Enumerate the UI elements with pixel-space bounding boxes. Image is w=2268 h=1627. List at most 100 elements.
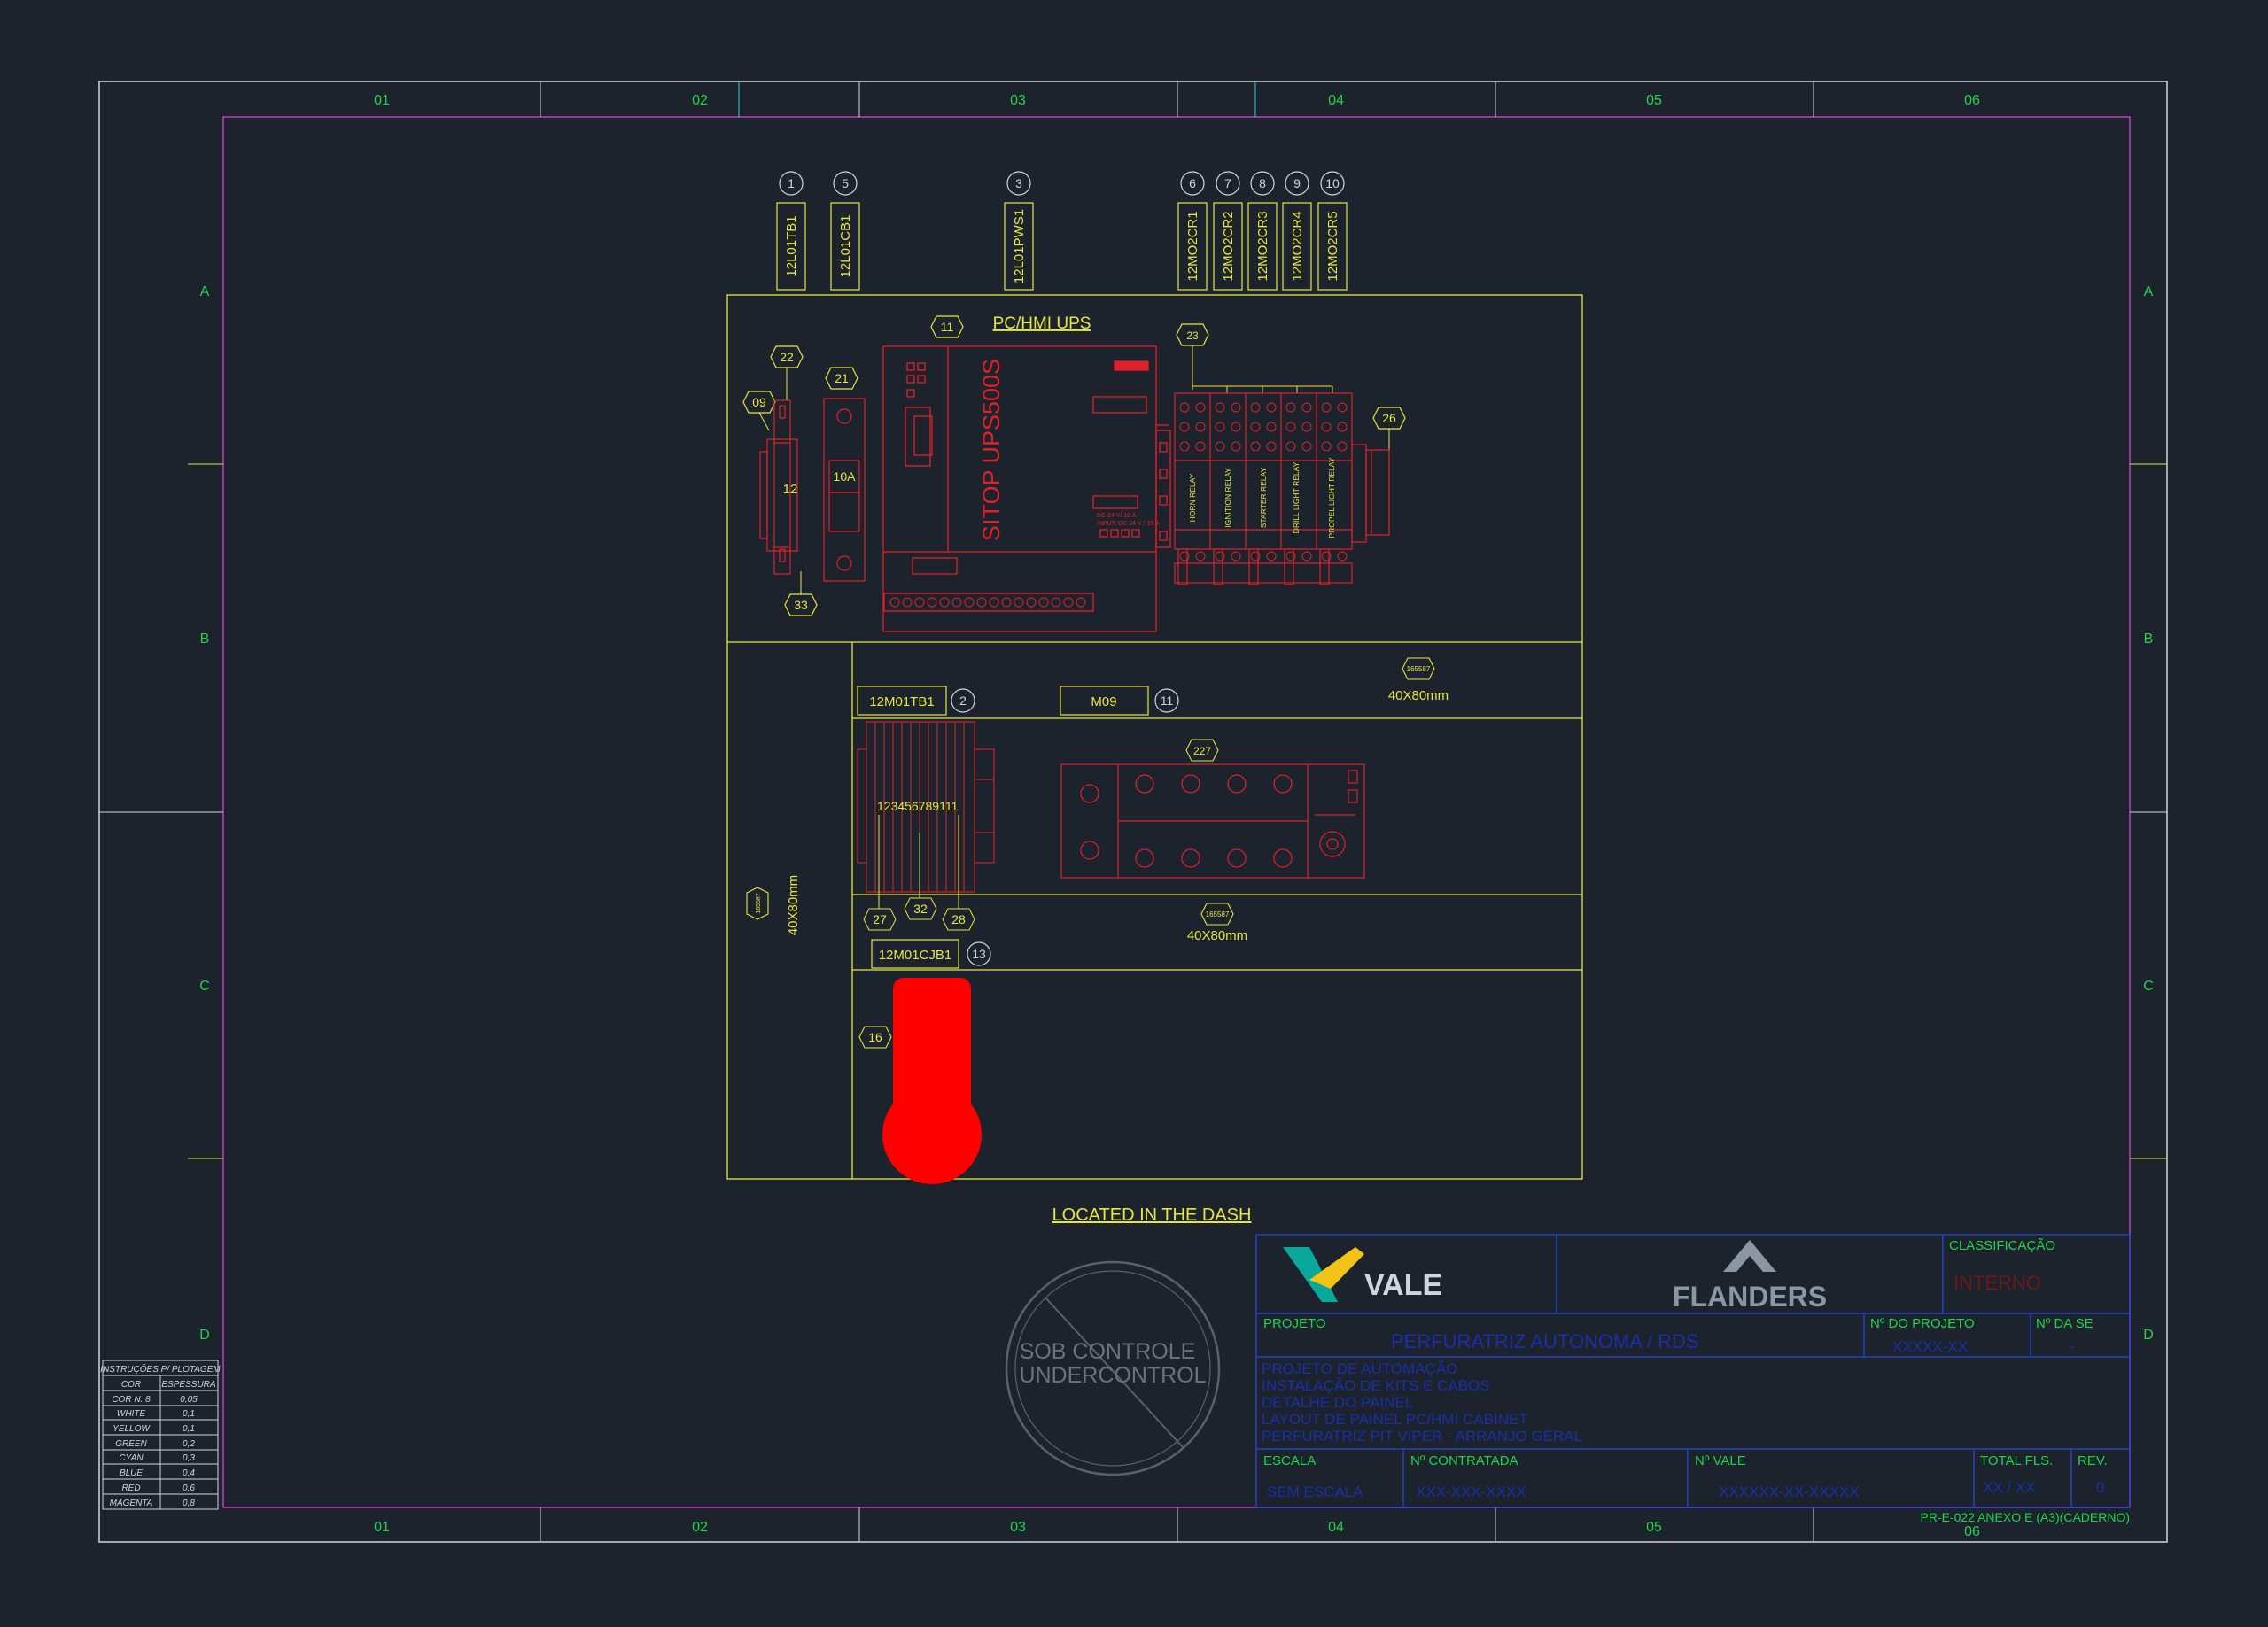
plot-table-cell: GREEN — [115, 1439, 147, 1449]
col-label-bottom: 04 — [1328, 1520, 1344, 1535]
title-desc-line: INSTALAÇÃO DE KITS E CABOS — [1262, 1377, 1490, 1394]
plot-table-cell: WHITE — [117, 1409, 146, 1419]
plot-table-cell: CYAN — [119, 1453, 144, 1463]
plot-table-cell: YELLOW — [113, 1424, 151, 1434]
vert-duct-tag: 165587 — [756, 893, 762, 913]
control-stamp: SOB CONTROLE UNDERCONTROL — [1005, 1260, 1221, 1476]
col-label-bottom: 01 — [374, 1520, 390, 1535]
row-label-right: C — [2143, 979, 2154, 994]
form-reference: PR-E-022 ANEXO E (A3)(CADERNO) — [1921, 1510, 2131, 1524]
tag-label: 12L01PWS1 — [1012, 209, 1027, 283]
relay-label: STARTER RELAY — [1259, 467, 1268, 528]
callout-09: 09 — [752, 395, 766, 409]
row-label-right: B — [2144, 631, 2154, 647]
col-label-top: 02 — [692, 93, 708, 108]
col-label-top: 04 — [1328, 93, 1344, 108]
col-label-top: 06 — [1964, 93, 1980, 108]
plot-table-cell: 0,1 — [183, 1409, 195, 1419]
duct-size: 40X80mm — [1388, 688, 1449, 703]
panel-outline — [726, 294, 1583, 1180]
callout-16: 16 — [868, 1030, 882, 1044]
vale-brand-text: VALE — [1364, 1268, 1442, 1302]
n-projeto-label: Nº DO PROJETO — [1870, 1316, 1975, 1331]
schematic-drawing: 01 02 03 04 05 06 01 02 03 04 05 06 A B … — [98, 81, 2168, 1543]
flanders-logo: FLANDERS — [1673, 1240, 1827, 1313]
plot-table-header: ESPESSURA — [161, 1380, 215, 1390]
title-block: VALE FLANDERS CLASSIFICAÇÃO PROJETO Nº D… — [1255, 1234, 2131, 1508]
tb-number: 2 — [959, 693, 967, 708]
relay-bank — [1174, 392, 1390, 585]
vert-duct-size: 40X80mm — [786, 875, 801, 935]
sheet-frame — [98, 81, 2168, 1543]
row-label-left: C — [199, 979, 210, 994]
plot-table-cell: 0,1 — [183, 1424, 195, 1434]
callout-33: 33 — [794, 598, 808, 612]
rev-label: REV. — [2078, 1453, 2108, 1468]
plot-table-cell: 0,2 — [183, 1439, 195, 1449]
duct2-size: 40X80mm — [1187, 928, 1247, 943]
callout-27: 27 — [873, 912, 887, 926]
tb-label: 12M01TB1 — [869, 694, 934, 709]
relay-label: DRILL LIGHT RELAY — [1292, 461, 1301, 533]
callout-28: 28 — [951, 912, 966, 926]
contratada-label: Nº CONTRATADA — [1410, 1453, 1518, 1468]
plot-instructions-table: INSTRUÇÕES P/ PLOTAGEM COR ESPESSURA COR… — [100, 1360, 221, 1510]
col-label-bottom: 06 — [1964, 1524, 1980, 1539]
plot-table-cell: BLUE — [120, 1468, 143, 1478]
ups-unit — [882, 345, 1171, 632]
dash-location-label: LOCATED IN THE DASH — [1052, 1205, 1252, 1225]
classificacao-label: CLASSIFICAÇÃO — [1949, 1238, 2055, 1253]
plot-table-title: INSTRUÇÕES P/ PLOTAGEM — [100, 1363, 221, 1375]
escala-value: SEM ESCALA — [1267, 1484, 1363, 1500]
relay-label: IGNITION RELAY — [1223, 468, 1232, 528]
cjb-label: 12M01CJB1 — [879, 948, 952, 963]
callout-21: 21 — [835, 371, 849, 385]
plot-table-cell: COR N. 8 — [112, 1395, 151, 1405]
col-label-bottom: 02 — [692, 1520, 708, 1535]
plot-table-cell: 0,4 — [183, 1468, 195, 1478]
ups-section: PC/HMI UPS 11 22 09 21 33 23 26 12 10A S… — [742, 314, 1406, 632]
tag-number: 9 — [1293, 176, 1301, 190]
m09-label: M09 — [1091, 694, 1116, 709]
terminal-count: 12 — [783, 482, 798, 497]
breaker-rating: 10A — [834, 469, 857, 484]
plot-table-cell: RED — [121, 1484, 140, 1493]
tag-label: 12MO2CR1 — [1185, 211, 1200, 281]
tag-number: 7 — [1224, 176, 1231, 190]
callout-22: 22 — [780, 350, 794, 364]
plot-table-cell: 0,8 — [183, 1499, 195, 1508]
row-label-right: A — [2144, 284, 2154, 299]
duct2-tag: 165587 — [1206, 910, 1230, 918]
tag-number: 10 — [1325, 176, 1340, 190]
vale-no-label: Nº VALE — [1695, 1453, 1746, 1468]
row-label-right: D — [2143, 1328, 2154, 1343]
callout-23: 23 — [1186, 329, 1199, 342]
col-label-bottom: 05 — [1646, 1520, 1662, 1535]
m09-number: 11 — [1161, 693, 1174, 708]
io-module — [1060, 763, 1365, 879]
cjb-number: 13 — [972, 947, 986, 961]
plot-table-cell: 0,6 — [183, 1484, 195, 1493]
classificacao-value: INTERNO — [1953, 1272, 2041, 1294]
tag-label: 12MO2CR2 — [1221, 211, 1236, 281]
ups-spec-text: INPUT: DC 24 V / 15 A — [1097, 521, 1160, 527]
flanders-brand-text: FLANDERS — [1673, 1281, 1827, 1313]
tag-label: 12L01TB1 — [784, 215, 799, 276]
title-desc-line: LAYOUT DE PAINEL PC/HMI CABINET — [1262, 1411, 1528, 1428]
relay-label: HORN RELAY — [1188, 473, 1197, 522]
row-label-left: D — [199, 1328, 210, 1343]
contratada-value: XXX-XXX-XXXX — [1416, 1484, 1526, 1500]
projeto-label: PROJETO — [1263, 1316, 1326, 1331]
row-label-left: A — [200, 284, 210, 299]
col-label-top: 01 — [374, 93, 390, 108]
ups-model-label: SITOP UPS500S — [978, 359, 1005, 541]
tag-number: 3 — [1015, 176, 1022, 190]
ups-section-title: PC/HMI UPS — [993, 314, 1091, 333]
escala-label: ESCALA — [1263, 1453, 1316, 1468]
tag-number: 8 — [1259, 176, 1266, 190]
col-label-top: 05 — [1646, 93, 1662, 108]
title-desc-line: DETALHE DO PAINEL — [1262, 1394, 1413, 1411]
duct-tag: 165587 — [1407, 665, 1431, 673]
rev-value: 0 — [2096, 1479, 2104, 1496]
tag-number: 1 — [788, 176, 795, 190]
